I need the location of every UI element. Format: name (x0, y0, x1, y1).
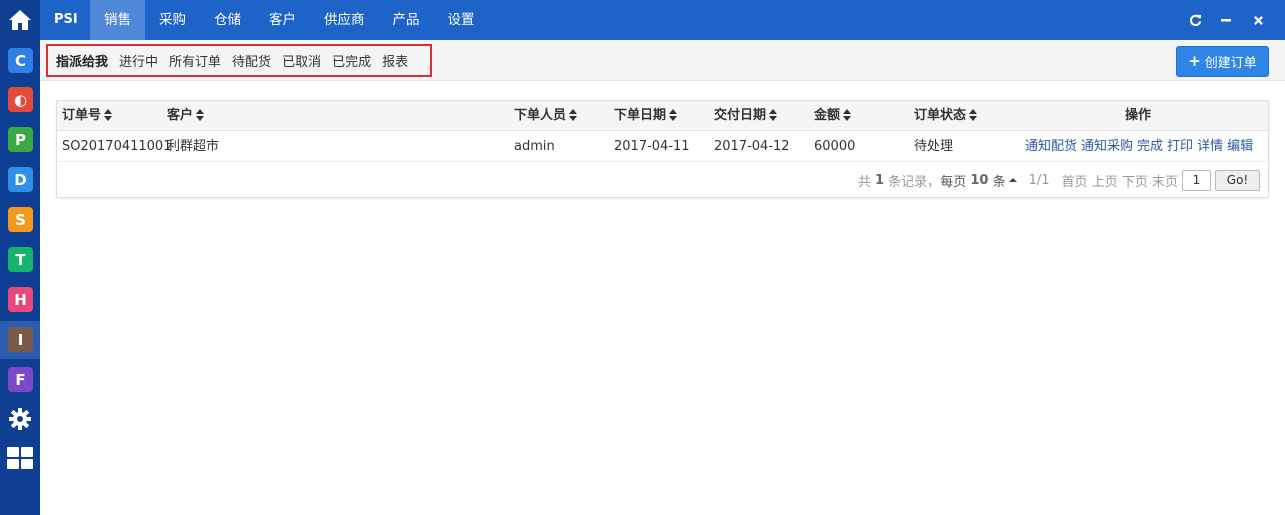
cell-order-no: SO20170411001 (62, 139, 172, 154)
page-number-input[interactable]: 1 (1182, 169, 1211, 191)
action-details-link[interactable]: 详情 (1197, 139, 1223, 154)
col-header-amount[interactable]: 金额 (814, 101, 852, 131)
order-filter-tabs: 指派给我 进行中 所有订单 待配货 已取消 已完成 报表 (46, 44, 432, 77)
main-nav: 销售 采购 仓储 客户 供应商 产品 设置 (90, 0, 489, 40)
action-notify-allocation-link[interactable]: 通知配货 (1025, 139, 1077, 154)
sort-icon (569, 108, 578, 121)
close-icon[interactable] (1247, 0, 1269, 40)
table-row[interactable]: SO20170411001 利群超市 admin 2017-04-11 2017… (57, 132, 1268, 162)
action-edit-link[interactable]: 编辑 (1227, 139, 1253, 154)
create-order-button[interactable]: + 创建订单 (1176, 46, 1269, 77)
sort-icon (669, 108, 678, 121)
pager-prev-link[interactable]: 上页 (1092, 171, 1118, 190)
cell-order-date: 2017-04-11 (614, 139, 690, 154)
nav-item-product[interactable]: 产品 (379, 0, 434, 40)
nav-item-settings[interactable]: 设置 (434, 0, 489, 40)
pager-per-page-suffix: 条 (992, 174, 1006, 190)
pager-total-count: 1 (874, 172, 885, 188)
filter-tab-all-orders[interactable]: 所有订单 (169, 51, 221, 70)
filter-tab-assigned-to-me[interactable]: 指派给我 (56, 51, 108, 70)
cell-amount: 60000 (814, 139, 856, 154)
app-i-icon[interactable]: I (8, 327, 33, 352)
action-print-link[interactable]: 打印 (1167, 139, 1193, 154)
sort-icon (196, 108, 205, 121)
app-s-icon[interactable]: S (8, 207, 33, 232)
action-complete-link[interactable]: 完成 (1137, 139, 1163, 154)
cell-delivery-date: 2017-04-12 (714, 139, 790, 154)
app-c-icon[interactable]: C (8, 48, 33, 73)
filter-tab-cancelled[interactable]: 已取消 (282, 51, 321, 70)
filter-tab-reports[interactable]: 报表 (382, 51, 408, 70)
orders-table-panel: 订单号 客户 下单人员 下单日期 交付日期 金额 订单状态 操作 SO20170… (56, 100, 1269, 198)
pager-first-link[interactable]: 首页 (1062, 171, 1088, 190)
pager-next-link[interactable]: 下页 (1122, 171, 1148, 190)
pager-per-page-prefix: 每页 (940, 174, 967, 190)
pager-total-prefix: 共 (857, 174, 871, 190)
pager-total-suffix: 条记录， (888, 174, 941, 190)
brand-logo[interactable]: PSI (54, 0, 78, 40)
pager-last-link[interactable]: 末页 (1152, 171, 1178, 190)
nav-item-sales[interactable]: 销售 (90, 0, 145, 40)
filter-tab-pending-allocation[interactable]: 待配货 (232, 51, 271, 70)
cell-customer: 利群超市 (167, 139, 220, 154)
nav-item-warehouse[interactable]: 仓储 (200, 0, 255, 40)
col-header-status[interactable]: 订单状态 (914, 101, 978, 131)
app-grid-icon[interactable] (0, 440, 40, 476)
col-header-customer[interactable]: 客户 (167, 101, 205, 131)
app-h-icon[interactable]: H (8, 287, 33, 312)
create-order-label: 创建订单 (1204, 56, 1257, 71)
pager-page-info: 1/1 (1028, 172, 1050, 188)
col-header-order-date[interactable]: 下单日期 (614, 101, 678, 131)
cell-status: 待处理 (914, 139, 954, 154)
filter-tab-completed[interactable]: 已完成 (332, 51, 371, 70)
settings-gear-icon[interactable] (0, 401, 40, 437)
app-half-circle-icon[interactable]: ◐ (8, 87, 33, 112)
minimize-icon[interactable] (1215, 0, 1237, 40)
sort-icon (969, 108, 978, 121)
app-p-icon[interactable]: P (8, 127, 33, 152)
app-f-icon[interactable]: F (8, 367, 33, 392)
pager-per-page-value[interactable]: 10 (970, 173, 988, 188)
col-header-order-no[interactable]: 订单号 (62, 101, 113, 131)
table-header: 订单号 客户 下单人员 下单日期 交付日期 金额 订单状态 操作 (57, 101, 1268, 131)
nav-item-customer[interactable]: 客户 (255, 0, 310, 40)
go-button[interactable]: Go! (1215, 169, 1260, 191)
home-icon[interactable] (0, 0, 40, 40)
app-rail: C ◐ P D S T H I F (0, 0, 40, 515)
col-header-actions: 操作 (1125, 108, 1152, 123)
sort-icon (104, 108, 113, 121)
cell-creator: admin (514, 139, 555, 154)
action-notify-purchase-link[interactable]: 通知采购 (1081, 139, 1133, 154)
col-header-delivery-date[interactable]: 交付日期 (714, 101, 778, 131)
cell-actions: 通知配货 通知采购 完成 打印 详情 编辑 (1025, 132, 1257, 162)
caret-up-icon[interactable] (1008, 178, 1017, 182)
app-t-icon[interactable]: T (8, 247, 33, 272)
nav-item-purchase[interactable]: 采购 (145, 0, 200, 40)
top-navbar: PSI 销售 采购 仓储 客户 供应商 产品 设置 (40, 0, 1285, 40)
sort-icon (769, 108, 778, 121)
sort-icon (843, 108, 852, 121)
plus-icon: + (1188, 52, 1201, 70)
filter-tab-in-progress[interactable]: 进行中 (119, 51, 158, 70)
app-d-icon[interactable]: D (8, 167, 33, 192)
nav-item-supplier[interactable]: 供应商 (310, 0, 379, 40)
sub-toolbar: 指派给我 进行中 所有订单 待配货 已取消 已完成 报表 + 创建订单 (40, 40, 1285, 81)
refresh-icon[interactable] (1184, 0, 1206, 40)
pagination: 共 1 条记录， 每页 10 条 1/1 首页 上页 下页 末页 1 Go! (858, 169, 1260, 191)
col-header-creator[interactable]: 下单人员 (514, 101, 578, 131)
